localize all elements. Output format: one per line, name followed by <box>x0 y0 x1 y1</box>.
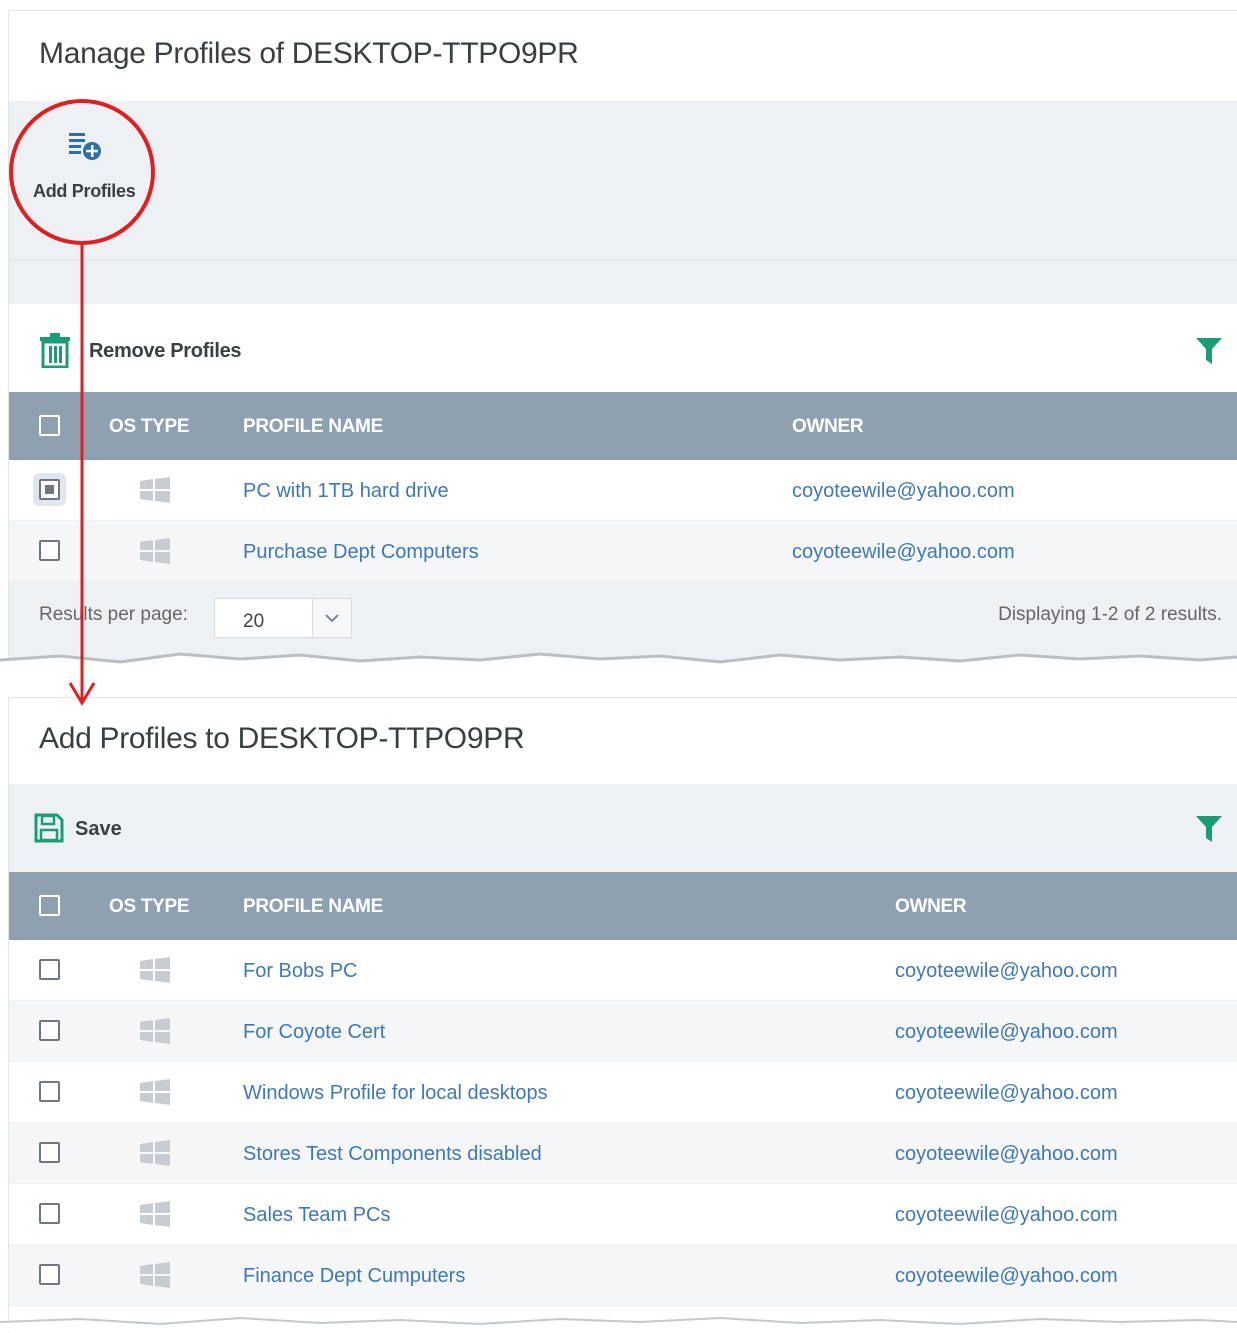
remove-toolbar: Remove Profiles <box>9 304 1237 392</box>
profile-name-link[interactable]: Finance Dept Cumputers <box>243 1265 465 1288</box>
windows-icon <box>140 957 170 983</box>
row-checkbox[interactable] <box>39 540 60 561</box>
profile-name-link[interactable]: For Coyote Cert <box>243 1021 385 1044</box>
select-all-checkbox[interactable] <box>39 895 60 916</box>
torn-edge-bottom <box>0 1316 1237 1332</box>
windows-icon <box>140 1140 170 1166</box>
windows-icon <box>140 1201 170 1227</box>
manage-toolbar: Add Profiles <box>9 101 1237 260</box>
trash-icon <box>40 333 70 368</box>
profile-name-link[interactable]: For Bobs PC <box>243 960 357 983</box>
results-count: Displaying 1-2 of 2 results. <box>998 604 1222 625</box>
manage-profiles-panel: Manage Profiles of DESKTOP-TTPO9PR Add P… <box>8 10 1237 661</box>
chevron-down-icon[interactable] <box>312 599 351 637</box>
filter-icon[interactable] <box>1196 336 1222 366</box>
torn-edge <box>0 652 1237 680</box>
add-table-header: OS TYPE PROFILE NAME OWNER <box>9 872 1237 940</box>
row-checkbox[interactable] <box>39 1203 60 1224</box>
windows-icon <box>140 477 170 503</box>
table-row[interactable]: Purchase Dept Computers coyoteewile@yaho… <box>9 521 1237 582</box>
owner-link[interactable]: coyoteewile@yahoo.com <box>895 960 1118 983</box>
profile-name-link[interactable]: Windows Profile for local desktops <box>243 1082 548 1105</box>
owner-link[interactable]: coyoteewile@yahoo.com <box>792 480 1015 503</box>
remove-profiles-button[interactable]: Remove Profiles <box>39 332 279 368</box>
row-checkbox[interactable] <box>39 1264 60 1285</box>
table-row[interactable]: Finance Dept Cumputers coyoteewile@yahoo… <box>9 1245 1237 1306</box>
save-button[interactable]: Save <box>33 812 143 846</box>
profile-name-link[interactable]: PC with 1TB hard drive <box>243 480 449 503</box>
col-owner[interactable]: OWNER <box>792 416 864 438</box>
table-row[interactable]: PC with 1TB hard drive coyoteewile@yahoo… <box>9 460 1237 521</box>
row-checkbox[interactable] <box>39 479 60 500</box>
owner-link[interactable]: coyoteewile@yahoo.com <box>895 1021 1118 1044</box>
col-os-type[interactable]: OS TYPE <box>109 896 190 918</box>
table-row[interactable]: Stores Test Components disabled coyoteew… <box>9 1123 1237 1184</box>
add-list-icon <box>69 133 101 160</box>
windows-icon <box>140 1018 170 1044</box>
add-profiles-label: Add Profiles <box>33 181 136 201</box>
owner-link[interactable]: coyoteewile@yahoo.com <box>895 1082 1118 1105</box>
col-os-type[interactable]: OS TYPE <box>109 416 190 438</box>
add-profiles-panel: Add Profiles to DESKTOP-TTPO9PR Save OS … <box>8 697 1237 1333</box>
profile-name-link[interactable]: Sales Team PCs <box>243 1204 390 1227</box>
results-per-page-label: Results per page: <box>39 604 188 625</box>
row-checkbox[interactable] <box>39 959 60 980</box>
manage-table-header: OS TYPE PROFILE NAME OWNER <box>9 392 1237 460</box>
row-checkbox[interactable] <box>39 1081 60 1102</box>
filter-icon[interactable] <box>1196 814 1222 844</box>
results-per-page-value: 20 <box>243 611 265 632</box>
save-toolbar: Save <box>9 784 1237 872</box>
windows-icon <box>140 1079 170 1105</box>
add-profiles-title: Add Profiles to DESKTOP-TTPO9PR <box>39 722 525 755</box>
spacer-band <box>9 260 1237 304</box>
profile-name-link[interactable]: Stores Test Components disabled <box>243 1143 542 1166</box>
table-row[interactable]: For Bobs PC coyoteewile@yahoo.com <box>9 940 1237 1001</box>
owner-link[interactable]: coyoteewile@yahoo.com <box>895 1204 1118 1227</box>
table-row[interactable]: Sales Team PCs coyoteewile@yahoo.com <box>9 1184 1237 1245</box>
table-row[interactable]: Windows Profile for local desktops coyot… <box>9 1062 1237 1123</box>
table-row[interactable]: For Coyote Cert coyoteewile@yahoo.com <box>9 1001 1237 1062</box>
windows-icon <box>140 538 170 564</box>
owner-link[interactable]: coyoteewile@yahoo.com <box>895 1265 1118 1288</box>
windows-icon <box>140 1262 170 1288</box>
save-icon <box>34 813 64 843</box>
col-profile-name[interactable]: PROFILE NAME <box>243 896 383 918</box>
remove-profiles-label: Remove Profiles <box>89 340 242 362</box>
add-profiles-button[interactable]: Add Profiles <box>27 121 147 221</box>
owner-link[interactable]: coyoteewile@yahoo.com <box>895 1143 1118 1166</box>
select-all-checkbox[interactable] <box>39 415 60 436</box>
row-checkbox[interactable] <box>39 1142 60 1163</box>
results-per-page-select[interactable]: 20 <box>214 598 352 638</box>
profile-name-link[interactable]: Purchase Dept Computers <box>243 541 479 564</box>
col-profile-name[interactable]: PROFILE NAME <box>243 416 383 438</box>
col-owner[interactable]: OWNER <box>895 896 967 918</box>
save-label: Save <box>75 818 122 840</box>
manage-profiles-title: Manage Profiles of DESKTOP-TTPO9PR <box>39 37 579 70</box>
row-checkbox[interactable] <box>39 1020 60 1041</box>
owner-link[interactable]: coyoteewile@yahoo.com <box>792 541 1015 564</box>
